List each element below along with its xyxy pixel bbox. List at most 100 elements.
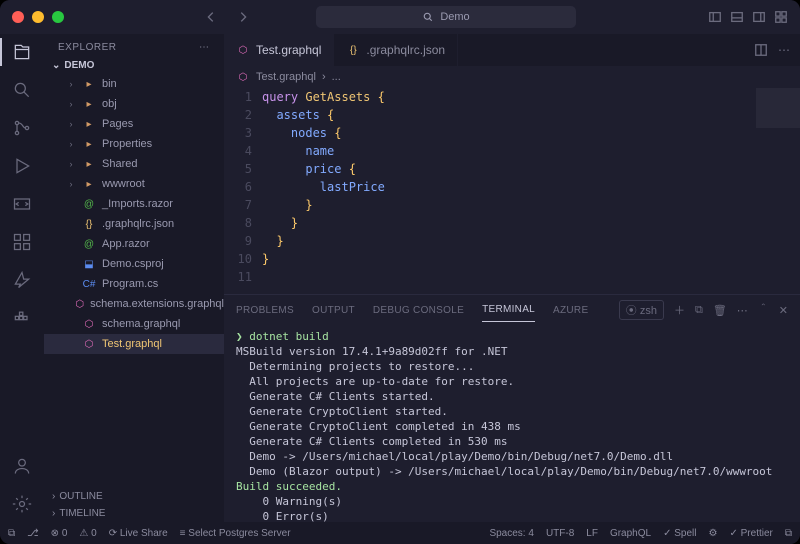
accounts-activity[interactable]: [12, 456, 32, 476]
status-bar: ⧉ ⎇ ⊗ 0 ⚠ 0 ⟳ Live Share ≡ Select Postgres Se…: [0, 522, 800, 544]
breadcrumb[interactable]: ⬡ Test.graphql › ...: [224, 66, 800, 88]
debug-activity[interactable]: [12, 156, 32, 176]
status-left: ⧉ ⎇ ⊗ 0 ⚠ 0 ⟳ Live Share ≡ Select Postgres Se…: [8, 528, 291, 539]
folder-root[interactable]: ⌄DEMO: [44, 57, 224, 74]
tree-item[interactable]: ›▸wwwroot: [44, 174, 224, 194]
search-icon: [422, 11, 434, 23]
status-item[interactable]: ⚠ 0: [79, 528, 96, 539]
status-right: Spaces: 4 UTF-8 LF GraphQL ✓ Spell ⚙ ✓ Prettie…: [489, 528, 792, 539]
tree-item[interactable]: ›▸bin: [44, 74, 224, 94]
tree-item[interactable]: ›▸obj: [44, 94, 224, 114]
kill-terminal-icon[interactable]: 🗑: [713, 304, 727, 317]
tab-more-icon[interactable]: ⋯: [778, 43, 790, 57]
back-icon[interactable]: [204, 10, 218, 24]
tree-item[interactable]: ›▸Properties: [44, 134, 224, 154]
settings-activity[interactable]: [12, 494, 32, 514]
toggle-secondary-icon[interactable]: [752, 10, 766, 24]
panel-tab[interactable]: PROBLEMS: [236, 299, 294, 322]
tree-item[interactable]: {}.graphqlrc.json: [44, 214, 224, 234]
status-item[interactable]: ✓ Spell: [663, 528, 696, 539]
panel-tab[interactable]: TERMINAL: [482, 298, 535, 322]
split-editor-icon[interactable]: [754, 43, 768, 57]
new-terminal-icon[interactable]: ＋: [674, 302, 685, 318]
minimap[interactable]: [756, 88, 800, 128]
tree-item[interactable]: C#Program.cs: [44, 274, 224, 294]
json-icon: {}: [82, 217, 96, 231]
folder-icon: ▸: [82, 157, 96, 171]
folder-icon: ▸: [82, 137, 96, 151]
forward-icon[interactable]: [236, 10, 250, 24]
timeline-section[interactable]: ›TIMELINE: [44, 505, 224, 522]
vscode-window: Demo EXPLORER ⋯: [0, 0, 800, 544]
status-item[interactable]: ⊗ 0: [51, 528, 68, 539]
explorer-activity[interactable]: [12, 42, 32, 62]
sidebar-more-icon[interactable]: ⋯: [199, 42, 210, 53]
traffic-lights: [12, 11, 64, 23]
status-item[interactable]: ⧉: [785, 528, 792, 539]
nav-arrows: [204, 10, 250, 24]
fullscreen-window-button[interactable]: [52, 11, 64, 23]
status-item[interactable]: LF: [586, 528, 598, 539]
tree-item[interactable]: ⬓Demo.csproj: [44, 254, 224, 274]
tree-item[interactable]: ›▸Pages: [44, 114, 224, 134]
editor-tabs: ⬡Test.graphql{}.graphqlrc.json ⋯: [224, 34, 800, 66]
status-item[interactable]: ⟳ Live Share: [109, 528, 168, 539]
folder-icon: ▸: [82, 177, 96, 191]
tree-item[interactable]: ⬡schema.extensions.graphql: [44, 294, 224, 314]
split-terminal-icon[interactable]: ⧉: [695, 304, 703, 317]
editor[interactable]: 1234567891011 query GetAssets { assets {…: [224, 88, 800, 294]
body: EXPLORER ⋯ ⌄DEMO ›▸bin›▸obj›▸Pages›▸Prop…: [0, 34, 800, 522]
minimize-window-button[interactable]: [32, 11, 44, 23]
editor-tab[interactable]: ⬡Test.graphql: [224, 34, 334, 66]
tree-item[interactable]: ⬡Test.graphql: [44, 334, 224, 354]
status-item[interactable]: ✓ Prettier: [729, 528, 772, 539]
panel-tab[interactable]: DEBUG CONSOLE: [373, 299, 464, 322]
status-item[interactable]: ⚙: [709, 528, 718, 539]
extensions-activity[interactable]: [12, 232, 32, 252]
sidebar: EXPLORER ⋯ ⌄DEMO ›▸bin›▸obj›▸Pages›▸Prop…: [44, 34, 224, 522]
breadcrumb-file: Test.graphql: [256, 71, 316, 83]
tree-item[interactable]: @App.razor: [44, 234, 224, 254]
status-item[interactable]: ≡ Select Postgres Server: [180, 528, 291, 539]
status-item[interactable]: UTF-8: [546, 528, 574, 539]
editor-group: ⬡Test.graphql{}.graphqlrc.json⋯ ⬡ Test.g…: [224, 34, 800, 522]
folder-icon: ▸: [82, 77, 96, 91]
toggle-sidebar-icon[interactable]: [708, 10, 722, 24]
remote-activity[interactable]: [12, 194, 32, 214]
graphql-icon: ⬡: [236, 70, 250, 84]
folder-icon: ▸: [82, 117, 96, 131]
titlebar: Demo: [0, 0, 800, 34]
command-center[interactable]: Demo: [316, 6, 576, 28]
activity-bar: [0, 34, 44, 522]
tree-item[interactable]: @_Imports.razor: [44, 194, 224, 214]
razor-icon: @: [82, 237, 96, 251]
cs-icon: C#: [82, 277, 96, 291]
layout-controls: [708, 10, 788, 24]
search-activity[interactable]: [12, 80, 32, 100]
outline-section[interactable]: ›OUTLINE: [44, 488, 224, 505]
panel-chevron-icon[interactable]: ＾: [758, 302, 769, 318]
layout-customize-icon[interactable]: [774, 10, 788, 24]
terminal[interactable]: ❯ dotnet buildMSBuild version 17.4.1+9a8…: [224, 325, 800, 522]
tree-item[interactable]: ›▸Shared: [44, 154, 224, 174]
tree-item[interactable]: ⬡schema.graphql: [44, 314, 224, 334]
panel-tab[interactable]: OUTPUT: [312, 299, 355, 322]
azure-activity[interactable]: [12, 270, 32, 290]
docker-activity[interactable]: [12, 308, 32, 328]
status-item[interactable]: Spaces: 4: [489, 528, 533, 539]
toggle-panel-icon[interactable]: [730, 10, 744, 24]
panel-tab[interactable]: AZURE: [553, 299, 588, 322]
shell-selector[interactable]: ⦿ zsh: [619, 300, 664, 320]
close-window-button[interactable]: [12, 11, 24, 23]
editor-tab[interactable]: {}.graphqlrc.json: [334, 34, 458, 66]
panel-tabs: PROBLEMS OUTPUT DEBUG CONSOLE TERMINAL AZURE…: [224, 295, 800, 325]
panel-more-icon[interactable]: ⋯: [737, 304, 748, 317]
code-area[interactable]: query GetAssets { assets { nodes { name …: [262, 88, 800, 294]
status-item[interactable]: ⎇: [27, 528, 39, 539]
gql-icon: ⬡: [236, 43, 250, 57]
status-item[interactable]: ⧉: [8, 528, 15, 539]
source-control-activity[interactable]: [12, 118, 32, 138]
close-panel-icon[interactable]: ✕: [779, 304, 788, 317]
gql-icon: ⬡: [75, 297, 84, 311]
status-item[interactable]: GraphQL: [610, 528, 651, 539]
